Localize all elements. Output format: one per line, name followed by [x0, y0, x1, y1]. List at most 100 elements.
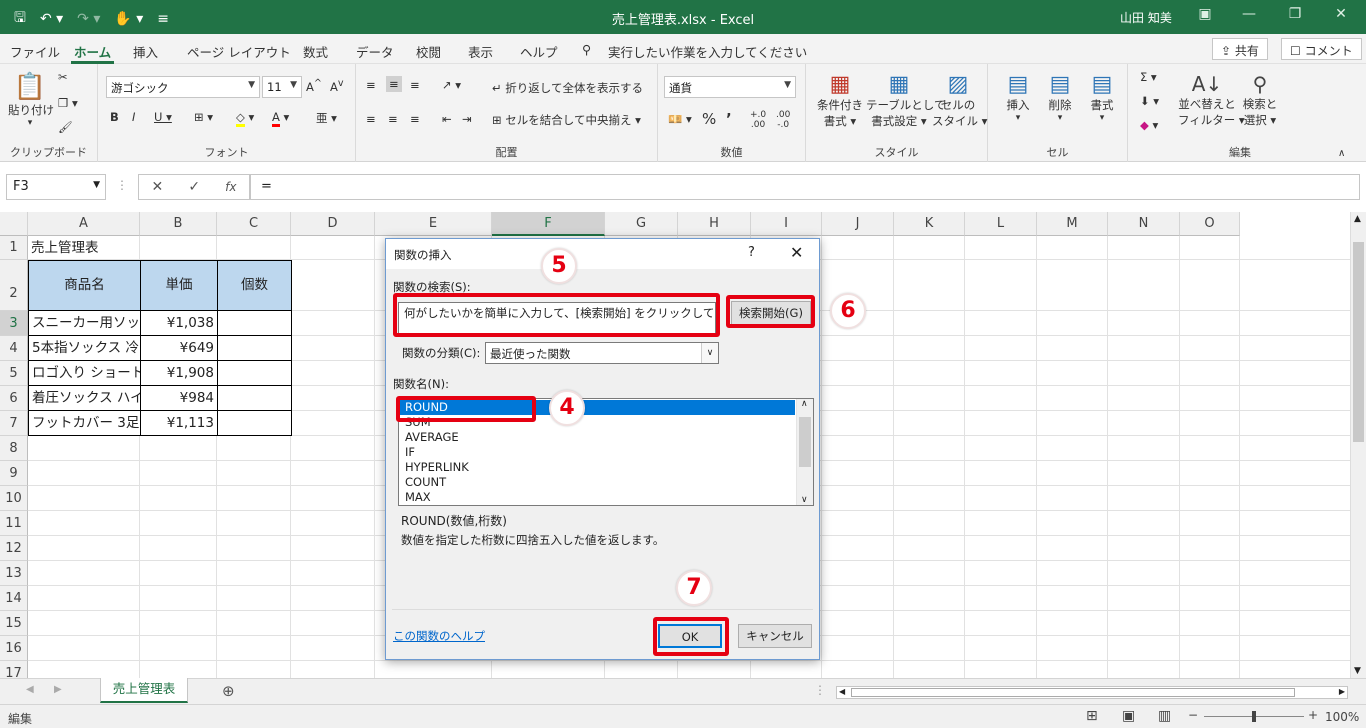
row-header-1[interactable]: 1 — [0, 236, 28, 260]
tab-data[interactable]: データ — [356, 42, 394, 61]
cell-a1-title[interactable]: 売上管理表 — [31, 236, 251, 260]
column-header-D[interactable]: D — [291, 212, 375, 236]
enter-icon[interactable]: ✓ — [188, 179, 200, 195]
function-list-item[interactable]: COUNT — [399, 475, 795, 490]
font-color-icon[interactable]: A ▾ — [272, 110, 289, 127]
row-header-3[interactable]: 3 — [0, 311, 28, 336]
row-header-14[interactable]: 14 — [0, 586, 28, 611]
tab-review[interactable]: 校閲 — [416, 42, 441, 61]
tab-insert[interactable]: 挿入 — [133, 42, 158, 61]
dialog-help-icon[interactable]: ? — [748, 245, 755, 260]
conditional-format-button[interactable]: ▦ 条件付き 書式 ▾ — [812, 72, 868, 129]
row-header-4[interactable]: 4 — [0, 336, 28, 361]
table-row-product-name[interactable]: ロゴ入り ショート丈ソックス — [28, 361, 141, 386]
tab-formulas[interactable]: 数式 — [303, 42, 328, 61]
increase-font-icon[interactable]: A^ — [306, 78, 322, 94]
restore-icon[interactable]: ❐ — [1280, 6, 1310, 22]
header-cell-qty[interactable]: 個数 — [217, 260, 292, 311]
list-scroll-thumb[interactable] — [799, 417, 811, 467]
cell-styles-button[interactable]: ▨ セルの スタイル ▾ — [932, 72, 987, 129]
align-middle-icon[interactable]: ≡ — [386, 76, 402, 92]
cancel-icon[interactable]: ✕ — [152, 179, 164, 195]
paste-button[interactable]: 📋 貼り付け ▾ — [8, 72, 54, 128]
fill-color-icon[interactable]: ◇ ▾ — [236, 110, 254, 127]
collapse-ribbon-icon[interactable]: ∧ — [1338, 148, 1345, 159]
sheet-tab-sales[interactable]: 売上管理表 — [100, 678, 188, 703]
cut-icon[interactable]: ✂ — [58, 70, 68, 84]
borders-icon[interactable]: ⊞ ▾ — [194, 110, 213, 124]
insert-cells-button[interactable]: ▤ 挿入 ▾ — [1000, 72, 1036, 123]
table-row-product-name[interactable]: 着圧ソックス ハイソックス — [28, 386, 141, 411]
scroll-up-icon[interactable]: ∧ — [801, 399, 808, 409]
font-size-select[interactable]: 11 ▼ — [262, 76, 302, 98]
row-header-15[interactable]: 15 — [0, 611, 28, 636]
orientation-icon[interactable]: ↗ ▾ — [442, 78, 461, 92]
tab-home[interactable]: ホーム — [70, 42, 115, 64]
tab-help[interactable]: ヘルプ — [520, 42, 558, 61]
font-name-select[interactable]: 游ゴシック ▼ — [106, 76, 260, 98]
search-icon[interactable]: ⚲ — [582, 42, 591, 57]
scroll-down-icon[interactable]: ▼ — [1354, 666, 1361, 676]
underline-button[interactable]: U ▾ — [154, 110, 172, 124]
user-name[interactable]: 山田 知美 — [1120, 9, 1172, 26]
column-header-K[interactable]: K — [894, 212, 965, 236]
row-header-10[interactable]: 10 — [0, 486, 28, 511]
row-header-6[interactable]: 6 — [0, 386, 28, 411]
share-button[interactable]: ⇪ 共有 — [1212, 38, 1268, 60]
hscroll-thumb[interactable] — [851, 688, 1295, 697]
format-cells-button[interactable]: ▤ 書式 ▾ — [1084, 72, 1120, 123]
function-list-item[interactable]: MAX — [399, 490, 795, 505]
number-format-select[interactable]: 通貨 ▼ — [664, 76, 796, 98]
scroll-up-icon[interactable]: ▲ — [1354, 214, 1361, 224]
copy-icon[interactable]: ❐ ▾ — [58, 96, 78, 110]
row-header-5[interactable]: 5 — [0, 361, 28, 386]
column-header-I[interactable]: I — [751, 212, 822, 236]
splitter-icon[interactable]: ⋮ — [116, 178, 128, 192]
merge-center-button[interactable]: ⊞ セルを結合して中央揃え ▾ — [492, 112, 641, 128]
insert-function-icon[interactable]: fx — [225, 180, 236, 194]
find-select-button[interactable]: ⚲ 検索と 選択 ▾ — [1238, 72, 1282, 128]
sort-filter-button[interactable]: A↓ 並べ替えと フィルター ▾ — [1178, 72, 1245, 128]
comment-button[interactable]: ☐ コメント — [1281, 38, 1362, 60]
percent-icon[interactable]: % — [702, 110, 716, 128]
column-header-N[interactable]: N — [1108, 212, 1180, 236]
table-row-qty[interactable] — [217, 336, 292, 361]
format-painter-icon[interactable]: 🖌 — [58, 120, 73, 134]
row-header-13[interactable]: 13 — [0, 561, 28, 586]
page-break-view-icon[interactable]: ▥ — [1158, 708, 1171, 724]
table-row-price[interactable]: ¥1,908 — [140, 361, 218, 386]
italic-button[interactable]: I — [132, 110, 135, 124]
tab-view[interactable]: 表示 — [468, 42, 493, 61]
table-row-price[interactable]: ¥984 — [140, 386, 218, 411]
format-as-table-button[interactable]: ▦ テーブルとして 書式設定 ▾ — [866, 72, 945, 129]
increase-indent-icon[interactable]: ⇥ — [462, 112, 472, 126]
normal-view-icon[interactable]: ⊞ — [1086, 708, 1098, 724]
align-top-icon[interactable]: ≡ — [366, 78, 376, 92]
align-center-icon[interactable]: ≡ — [388, 112, 398, 126]
row-header-2[interactable]: 2 — [0, 260, 28, 311]
fill-icon[interactable]: ⬇ ▾ — [1140, 94, 1159, 108]
align-left-icon[interactable]: ≡ — [366, 112, 376, 126]
table-row-product-name[interactable]: 5本指ソックス 冷え性対策 — [28, 336, 141, 361]
close-window-icon[interactable]: ✕ — [1326, 6, 1356, 22]
decrease-indent-icon[interactable]: ⇤ — [442, 112, 452, 126]
align-bottom-icon[interactable]: ≡ — [410, 78, 420, 92]
header-cell-product[interactable]: 商品名 — [28, 260, 141, 311]
autosum-icon[interactable]: Σ ▾ — [1140, 70, 1157, 84]
align-right-icon[interactable]: ≡ — [410, 112, 420, 126]
row-header-9[interactable]: 9 — [0, 461, 28, 486]
column-header-J[interactable]: J — [822, 212, 894, 236]
column-header-C[interactable]: C — [217, 212, 291, 236]
function-list-item[interactable]: IF — [399, 445, 795, 460]
decrease-font-icon[interactable]: Av — [330, 78, 344, 94]
column-header-H[interactable]: H — [678, 212, 751, 236]
cancel-button[interactable]: キャンセル — [738, 624, 812, 648]
comma-icon[interactable]: ’ — [726, 110, 732, 128]
horizontal-scrollbar[interactable]: ◀ ▶ — [836, 686, 1348, 699]
column-header-B[interactable]: B — [140, 212, 217, 236]
table-row-qty[interactable] — [217, 386, 292, 411]
scroll-thumb[interactable] — [1353, 242, 1364, 442]
zoom-level[interactable]: 100% — [1325, 710, 1359, 724]
bold-button[interactable]: B — [110, 110, 119, 124]
column-header-L[interactable]: L — [965, 212, 1037, 236]
